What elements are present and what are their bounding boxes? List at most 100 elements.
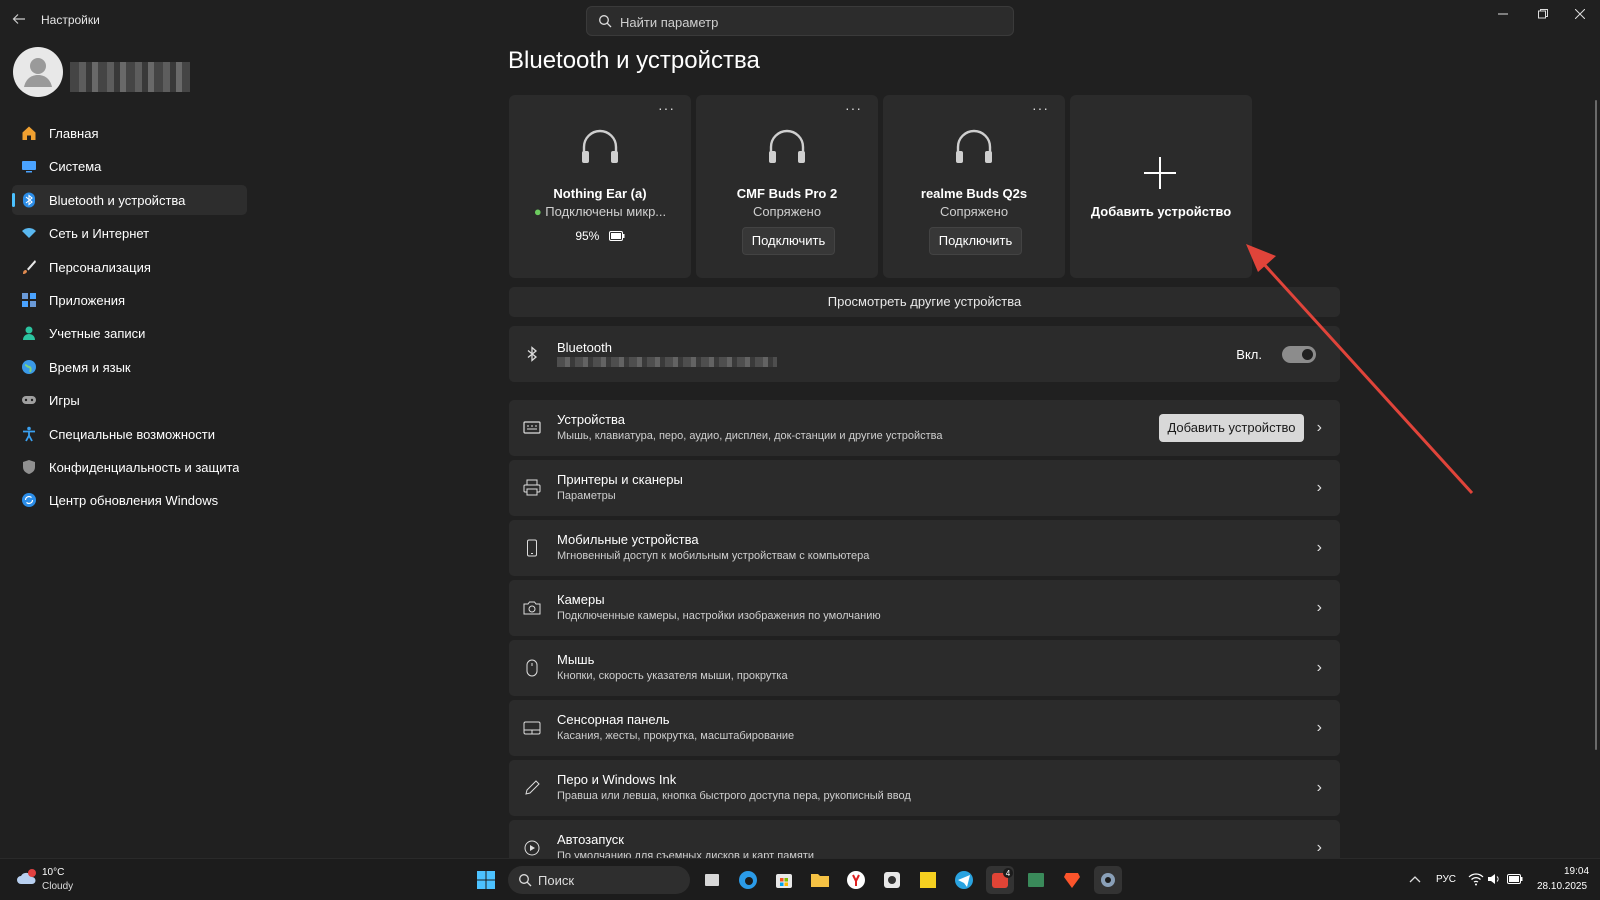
wifi-icon[interactable] [1468, 872, 1484, 886]
sidebar-item-gaming[interactable]: Игры [12, 385, 247, 415]
sidebar-item-label: Игры [49, 393, 80, 409]
sidebar-item-label: Учетные записи [49, 326, 146, 342]
add-device-card[interactable]: Добавить устройство [1070, 95, 1252, 278]
avatar[interactable] [13, 47, 63, 97]
back-arrow-icon[interactable] [12, 12, 28, 28]
brush-icon [23, 259, 36, 274]
setting-row-pen[interactable]: Перо и Windows Ink Правша или левша, кно… [509, 760, 1340, 816]
close-button[interactable] [1560, 4, 1600, 26]
setting-row-printers[interactable]: Принтеры и сканеры Параметры › [509, 460, 1340, 516]
bluetooth-icon [23, 192, 35, 208]
camera-icon [523, 601, 541, 615]
chevron-right-icon: › [1316, 779, 1322, 796]
touchpad-icon [523, 721, 541, 735]
windows-logo-icon [477, 871, 495, 889]
add-device-label: Добавить устройство [1090, 204, 1232, 219]
row-subtitle: Параметры [557, 490, 616, 502]
toggle-state-label: Вкл. [1236, 347, 1262, 362]
more-options-icon[interactable]: ··· [1032, 100, 1049, 116]
more-options-icon[interactable]: ··· [658, 100, 675, 116]
apps-icon [22, 292, 36, 307]
sidebar-item-time-language[interactable]: Время и язык [12, 352, 247, 382]
phone-icon [527, 539, 537, 557]
setting-row-autoplay[interactable]: Автозапуск По умолчанию для съемных диск… [509, 820, 1340, 858]
sidebar-item-privacy[interactable]: Конфиденциальность и защита [12, 452, 247, 482]
device-name: CMF Buds Pro 2 [736, 186, 838, 201]
taskbar: 10°C Cloudy Поиск 4 РУС 19:04 28.10.2025 [0, 858, 1600, 900]
settings-gear-icon[interactable] [1094, 866, 1122, 894]
device-card[interactable]: ··· realme Buds Q2s Сопряжено Подключить [883, 95, 1065, 278]
brave-icon[interactable] [1058, 866, 1086, 894]
bluetooth-title: Bluetooth [557, 340, 612, 355]
battery-icon[interactable] [1507, 874, 1523, 884]
bluetooth-toggle[interactable] [1282, 346, 1316, 363]
row-title: Сенсорная панель [557, 712, 670, 727]
row-title: Автозапуск [557, 832, 624, 847]
volume-icon[interactable] [1487, 872, 1501, 886]
sidebar-item-windows-update[interactable]: Центр обновления Windows [12, 485, 247, 515]
chevron-up-icon[interactable] [1409, 874, 1421, 884]
start-button[interactable] [472, 866, 500, 894]
taskbar-search[interactable]: Поиск [508, 866, 690, 894]
app-window-icon[interactable] [1022, 866, 1050, 894]
sidebar-item-bluetooth[interactable]: Bluetooth и устройства [12, 184, 247, 215]
connected-dot-icon: ● [533, 204, 546, 219]
sidebar-item-accessibility[interactable]: Специальные возможности [12, 419, 247, 449]
task-view-icon[interactable] [698, 866, 726, 894]
more-options-icon[interactable]: ··· [845, 100, 862, 116]
search-input[interactable]: Найти параметр [586, 6, 1014, 36]
row-title: Камеры [557, 592, 605, 607]
file-explorer-icon[interactable] [806, 866, 834, 894]
view-more-devices-button[interactable]: Просмотреть другие устройства [509, 287, 1340, 317]
clock-time[interactable]: 19:04 [1564, 866, 1589, 877]
todoist-icon[interactable]: 4 [986, 866, 1014, 894]
printer-icon [523, 479, 541, 496]
setting-row-devices[interactable]: Устройства Мышь, клавиатура, перо, аудио… [509, 400, 1340, 456]
sidebar-item-network[interactable]: Сеть и Интернет [12, 218, 247, 248]
search-icon [599, 15, 612, 28]
search-icon [519, 874, 532, 887]
sidebar-item-apps[interactable]: Приложения [12, 285, 247, 315]
headphones-icon [582, 129, 618, 163]
clock-date[interactable]: 28.10.2025 [1537, 881, 1587, 892]
store-icon[interactable] [770, 866, 798, 894]
telegram-icon[interactable] [950, 866, 978, 894]
autoplay-icon [524, 840, 540, 856]
account-icon [23, 326, 35, 341]
connect-button[interactable]: Подключить [929, 227, 1022, 255]
row-subtitle: Касания, жесты, прокрутка, масштабирован… [557, 730, 795, 742]
bluetooth-icon [527, 346, 538, 362]
setting-row-mouse[interactable]: Мышь Кнопки, скорость указателя мыши, пр… [509, 640, 1340, 696]
setting-row-cameras[interactable]: Камеры Подключенные камеры, настройки из… [509, 580, 1340, 636]
sidebar-item-home[interactable]: Главная [12, 118, 247, 148]
add-device-button[interactable]: Добавить устройство [1159, 414, 1304, 442]
scrollbar[interactable] [1595, 100, 1597, 750]
app-title: Настройки [41, 13, 100, 27]
sidebar-item-label: Конфиденциальность и защита [49, 459, 239, 475]
app-icon[interactable] [878, 866, 906, 894]
edge-icon[interactable] [734, 866, 762, 894]
sidebar-item-personalization[interactable]: Персонализация [12, 252, 247, 282]
chevron-right-icon: › [1316, 479, 1322, 496]
sidebar-item-accounts[interactable]: Учетные записи [12, 318, 247, 348]
shield-icon [23, 459, 35, 474]
sticky-notes-icon[interactable] [914, 866, 942, 894]
language-indicator[interactable]: РУС [1436, 874, 1456, 885]
sidebar-item-label: Приложения [49, 292, 126, 308]
setting-row-mobile[interactable]: Мобильные устройства Мгновенный доступ к… [509, 520, 1340, 576]
chevron-right-icon: › [1316, 539, 1322, 556]
device-card[interactable]: ··· Nothing Ear (a) ● Подключены микр...… [509, 95, 691, 278]
row-title: Мышь [557, 652, 595, 667]
connect-button[interactable]: Подключить [742, 227, 835, 255]
sidebar-item-system[interactable]: Система [12, 151, 247, 181]
restore-button[interactable] [1523, 4, 1563, 26]
device-name: realme Buds Q2s [920, 186, 1028, 201]
battery-icon [608, 231, 625, 241]
minimize-button[interactable] [1483, 4, 1523, 26]
yandex-browser-icon[interactable] [842, 866, 870, 894]
device-card[interactable]: ··· CMF Buds Pro 2 Сопряжено Подключить [696, 95, 878, 278]
mouse-icon [526, 659, 538, 677]
title-bar: Настройки Найти параметр [0, 0, 1600, 40]
setting-row-touchpad[interactable]: Сенсорная панель Касания, жесты, прокрут… [509, 700, 1340, 756]
row-subtitle: Мышь, клавиатура, перо, аудио, дисплеи, … [557, 430, 943, 442]
